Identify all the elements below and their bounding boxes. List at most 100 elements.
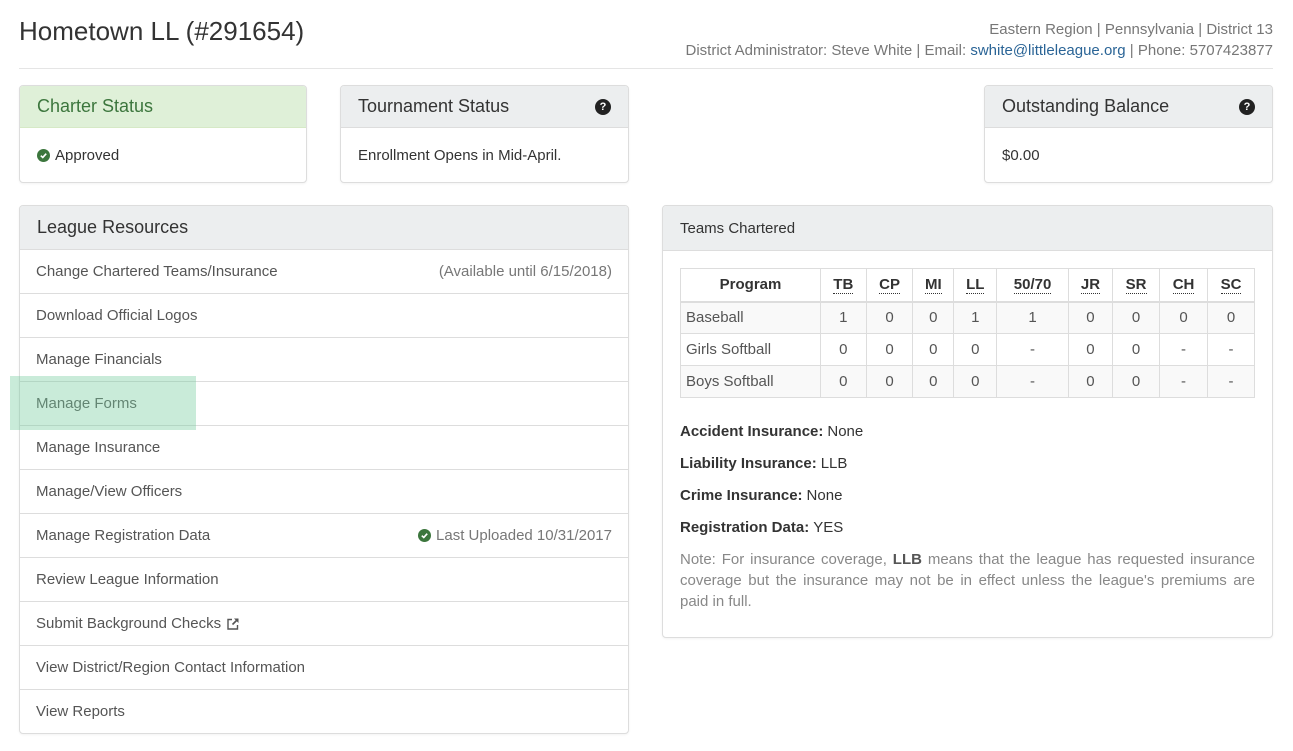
resource-download-logos[interactable]: Download Official Logos — [20, 293, 628, 337]
cell: 0 — [1067, 333, 1114, 366]
crime-insurance: Crime Insurance: None — [680, 486, 843, 504]
col-50-70[interactable]: 50/70 — [996, 268, 1069, 303]
admin-phone: | Phone: 5707423877 — [1125, 42, 1273, 59]
col-sr[interactable]: SR — [1112, 268, 1160, 303]
charter-status-title: Charter Status — [37, 96, 154, 116]
resource-manage-insurance[interactable]: Manage Insurance — [20, 425, 628, 469]
league-resources-heading: League Resources — [20, 206, 628, 249]
resource-label: Manage Insurance — [36, 439, 161, 456]
last-uploaded-status: Last Uploaded 10/31/2017 — [418, 527, 612, 544]
resource-label: Change Chartered Teams/Insurance — [36, 263, 278, 280]
col-jr[interactable]: JR — [1067, 268, 1114, 303]
resource-submit-background-checks[interactable]: Submit Background Checks — [20, 601, 628, 645]
tournament-status-value: Enrollment Opens in Mid-April. — [358, 146, 562, 164]
resource-label: View Reports — [36, 703, 125, 720]
resource-view-reports[interactable]: View Reports — [20, 689, 628, 733]
cell: 0 — [1112, 365, 1160, 398]
program-name: Baseball — [680, 301, 821, 334]
program-name: Girls Softball — [680, 333, 821, 366]
cell: 0 — [912, 333, 955, 366]
cell: 0 — [1067, 301, 1114, 334]
admin-email-link[interactable]: swhite@littleleague.org — [970, 42, 1125, 59]
admin-line: District Administrator: Steve White | Em… — [686, 40, 1274, 61]
page-header: Hometown LL (#291654) Eastern Region | P… — [19, 0, 1273, 69]
registration-data: Registration Data: YES — [680, 518, 844, 536]
cell: 0 — [912, 365, 955, 398]
league-resources-title: League Resources — [37, 217, 189, 237]
availability-note: (Available until 6/15/2018) — [438, 263, 612, 280]
resource-manage-registration-data[interactable]: Manage Registration Data Last Uploaded 1… — [20, 513, 628, 557]
league-resources-panel: League Resources Change Chartered Teams/… — [19, 205, 629, 734]
insurance-note: Note: For insurance coverage, LLB means … — [680, 551, 1256, 610]
cell: - — [1207, 333, 1255, 366]
charter-status-value: Approved — [55, 146, 120, 164]
resource-change-chartered-teams[interactable]: Change Chartered Teams/Insurance (Availa… — [20, 249, 628, 293]
table-row: Boys Softball 0 0 0 0 - 0 0 - - — [680, 365, 1255, 398]
question-circle-icon[interactable]: ? — [1239, 98, 1255, 115]
outstanding-balance-heading: Outstanding Balance ? — [985, 86, 1272, 128]
cell: 0 — [865, 365, 914, 398]
cell: 0 — [820, 333, 867, 366]
resource-label: Download Official Logos — [36, 307, 198, 324]
program-name: Boys Softball — [680, 365, 821, 398]
region-line: Eastern Region | Pennsylvania | District… — [989, 21, 1273, 38]
col-cp[interactable]: CP — [865, 268, 914, 303]
cell: 0 — [953, 365, 998, 398]
tournament-status-body: Enrollment Opens in Mid-April. — [341, 128, 628, 182]
col-program: Program — [680, 268, 821, 303]
cell: - — [996, 365, 1069, 398]
resource-label: Manage Registration Data — [36, 527, 211, 544]
col-tb[interactable]: TB — [820, 268, 867, 303]
teams-chartered-title: Teams Chartered — [680, 219, 796, 237]
tournament-status-heading: Tournament Status ? — [341, 86, 628, 128]
liability-insurance: Liability Insurance: LLB — [680, 454, 848, 472]
col-sc[interactable]: SC — [1207, 268, 1255, 303]
question-circle-icon[interactable]: ? — [595, 98, 611, 115]
cell: 0 — [1112, 333, 1160, 366]
col-ll[interactable]: LL — [953, 268, 998, 303]
teams-table-header: Program TB CP MI LL 50/70 JR SR CH SC — [680, 268, 1255, 303]
teams-chartered-heading: Teams Chartered — [663, 206, 1272, 251]
resource-label: View District/Region Contact Information — [36, 659, 306, 676]
district-info: Eastern Region | Pennsylvania | District… — [686, 19, 1274, 61]
charter-status-heading: Charter Status — [20, 86, 306, 128]
cell: 0 — [1207, 301, 1255, 334]
accident-insurance: Accident Insurance: None — [680, 422, 864, 440]
page-title: Hometown LL (#291654) — [19, 16, 305, 46]
cell: 0 — [1158, 301, 1209, 334]
charter-status-panel: Charter Status Approved — [19, 85, 307, 183]
cell: 0 — [865, 301, 914, 334]
col-mi[interactable]: MI — [912, 268, 955, 303]
admin-info: District Administrator: Steve White | Em… — [685, 42, 971, 59]
cell: - — [1158, 365, 1209, 398]
resource-label: Submit Background Checks — [36, 615, 222, 632]
resource-review-league-info[interactable]: Review League Information — [20, 557, 628, 601]
cell: 0 — [820, 365, 867, 398]
outstanding-balance-title: Outstanding Balance — [1002, 96, 1170, 116]
external-link-icon — [227, 617, 239, 630]
last-uploaded-text: Last Uploaded 10/31/2017 — [436, 527, 612, 544]
tournament-status-panel: Tournament Status ? Enrollment Opens in … — [340, 85, 629, 183]
resource-label: Manage Financials — [36, 351, 162, 368]
cell: 1 — [996, 301, 1069, 334]
cell: 0 — [865, 333, 914, 366]
teams-chartered-body: Program TB CP MI LL 50/70 JR SR CH SC Ba… — [663, 251, 1272, 612]
outstanding-balance-body: $0.00 — [985, 128, 1272, 182]
resource-label: Manage/View Officers — [36, 483, 183, 500]
tournament-status-title: Tournament Status — [358, 96, 510, 116]
col-ch[interactable]: CH — [1158, 268, 1209, 303]
check-circle-icon — [37, 148, 50, 162]
insurance-summary: Accident Insurance: None Liability Insura… — [680, 415, 1255, 612]
cell: - — [1207, 365, 1255, 398]
resource-manage-financials[interactable]: Manage Financials — [20, 337, 628, 381]
cell: - — [1158, 333, 1209, 366]
resource-label: Review League Information — [36, 571, 219, 588]
cell: - — [996, 333, 1069, 366]
cell: 1 — [820, 301, 867, 334]
table-row: Girls Softball 0 0 0 0 - 0 0 - - — [680, 333, 1255, 366]
resource-manage-forms[interactable]: Manage Forms — [20, 381, 628, 425]
resource-view-contact-info[interactable]: View District/Region Contact Information — [20, 645, 628, 689]
check-circle-icon — [418, 529, 432, 542]
resource-manage-officers[interactable]: Manage/View Officers — [20, 469, 628, 513]
cell: 0 — [912, 301, 955, 334]
